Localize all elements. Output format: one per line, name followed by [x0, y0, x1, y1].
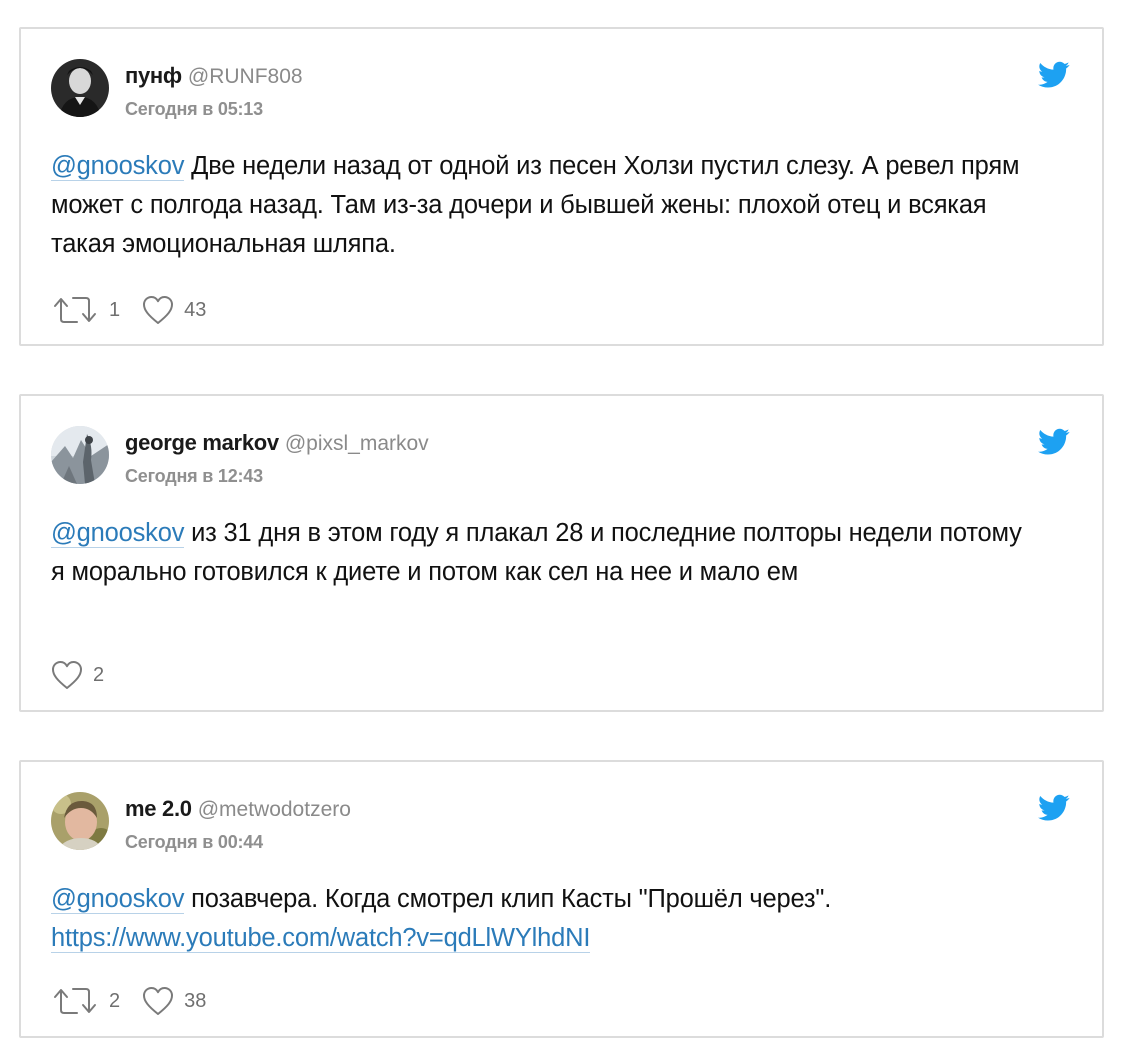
retweet-button[interactable]: 1 [51, 295, 120, 325]
twitter-bird-icon[interactable] [1038, 794, 1070, 822]
tweet-body: позавчера. Когда смотрел клип Касты "Про… [184, 885, 832, 913]
like-count: 38 [184, 989, 207, 1012]
tweet-header: пунф @RUNF808 [125, 63, 303, 89]
user-handle[interactable]: @pixsl_markov [285, 432, 429, 455]
avatar[interactable] [51, 792, 109, 850]
tweet-card: me 2.0 @metwodotzero Сегодня в 00:44 @gno… [19, 760, 1104, 1038]
retweet-icon [54, 297, 96, 323]
heart-icon [52, 661, 82, 689]
youtube-link[interactable]: https://www.youtube.com/watch?v=qdLlWYlh… [51, 924, 590, 953]
tweet-header: me 2.0 @metwodotzero [125, 796, 351, 822]
tweet-body: Две недели назад от одной из песен Холзи… [51, 152, 1020, 258]
twitter-bird-icon[interactable] [1038, 61, 1070, 89]
tweet-text: @gnooskov позавчера. Когда смотрел клип … [51, 880, 1042, 958]
tweet-timestamp[interactable]: Сегодня в 05:13 [125, 99, 263, 120]
twitter-bird-icon[interactable] [1038, 428, 1070, 456]
retweet-count: 2 [109, 989, 121, 1012]
retweet-button[interactable]: 2 [51, 986, 120, 1016]
mention-link[interactable]: @gnooskov [51, 885, 184, 914]
tweet-text: @gnooskov Две недели назад от одной из п… [51, 147, 1042, 264]
heart-icon [143, 296, 174, 324]
user-handle[interactable]: @metwodotzero [198, 798, 351, 821]
like-count: 2 [93, 663, 105, 686]
tweet-card: пунф @RUNF808 Сегодня в 05:13 @gnooskov Д… [19, 27, 1104, 346]
like-button[interactable]: 38 [142, 986, 206, 1016]
mention-link[interactable]: @gnooskov [51, 519, 184, 548]
tweet-body: из 31 дня в этом году я плакал 28 и посл… [51, 519, 1022, 586]
tweet-card: george markov @pixsl_markov Сегодня в 12:… [19, 394, 1104, 712]
tweet-timestamp[interactable]: Сегодня в 00:44 [125, 832, 263, 853]
like-button[interactable]: 43 [142, 295, 206, 325]
user-name[interactable]: пунф [125, 63, 182, 88]
tweet-actions: 2 [51, 660, 126, 690]
heart-icon [143, 987, 174, 1015]
tweet-actions: 1 43 [51, 295, 228, 325]
tweet-timestamp[interactable]: Сегодня в 12:43 [125, 466, 263, 487]
tweet-header: george markov @pixsl_markov [125, 430, 429, 456]
user-name[interactable]: george markov [125, 430, 279, 455]
retweet-icon [54, 988, 96, 1014]
mention-link[interactable]: @gnooskov [51, 152, 184, 181]
tweet-actions: 2 38 [51, 986, 228, 1016]
avatar[interactable] [51, 59, 109, 117]
avatar[interactable] [51, 426, 109, 484]
like-count: 43 [184, 298, 207, 321]
user-handle[interactable]: @RUNF808 [188, 65, 303, 88]
like-button[interactable]: 2 [51, 660, 104, 690]
tweet-text: @gnooskov из 31 дня в этом году я плакал… [51, 514, 1042, 592]
retweet-count: 1 [109, 298, 121, 321]
user-name[interactable]: me 2.0 [125, 796, 192, 821]
